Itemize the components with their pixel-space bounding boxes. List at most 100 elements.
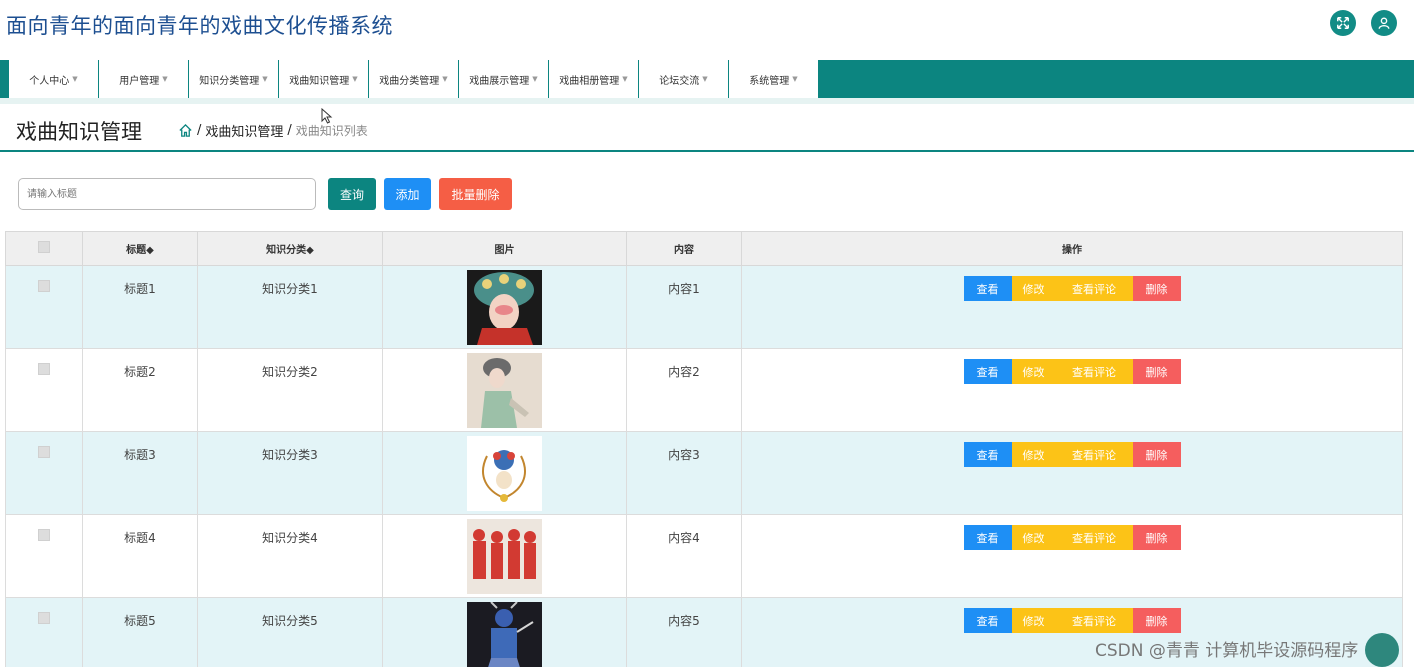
view-comments-button[interactable]: 查看评论 — [1055, 608, 1133, 633]
cell-content: 内容4 — [626, 514, 742, 598]
row-checkbox[interactable] — [38, 529, 50, 541]
view-button[interactable]: 查看 — [963, 608, 1012, 633]
page-header: 戏曲知识管理 / 戏曲知识管理 / 戏曲知识列表 — [0, 104, 1414, 152]
cell-category: 知识分类1 — [197, 265, 383, 349]
nav-label: 个人中心 — [29, 75, 70, 87]
nav-label: 论坛交流 — [659, 75, 700, 87]
cell-content: 内容3 — [626, 431, 742, 515]
floating-action-button[interactable] — [1365, 633, 1399, 667]
table-row: 标题2 知识分类2 内容2 查看 修改 查看评论 删除 — [5, 348, 1403, 432]
view-comments-button[interactable]: 查看评论 — [1055, 276, 1133, 301]
chevron-down-icon: ▼ — [622, 75, 628, 83]
breadcrumb-current: 戏曲知识列表 — [295, 124, 368, 138]
main-nav: 个人中心 ▼ 用户管理 ▼ 知识分类管理 ▼ 戏曲知识管理 ▼ 戏曲分类管理 ▼ 戏曲展示… — [0, 60, 1414, 98]
delete-button[interactable]: 删除 — [1132, 608, 1181, 633]
add-button[interactable]: 添加 — [384, 178, 431, 210]
table-row: 标题3 知识分类3 内容3 查看 修改 查看评论 删除 — [5, 431, 1403, 515]
view-comments-button[interactable]: 查看评论 — [1055, 525, 1133, 550]
cell-content: 内容1 — [626, 265, 742, 349]
nav-label: 戏曲知识管理 — [289, 75, 350, 87]
column-header-content: 内容 — [626, 231, 742, 266]
row-checkbox[interactable] — [38, 612, 50, 624]
view-comments-button[interactable]: 查看评论 — [1055, 442, 1133, 467]
view-button[interactable]: 查看 — [963, 276, 1012, 301]
nav-label: 知识分类管理 — [199, 75, 260, 87]
nav-item-forum[interactable]: 论坛交流 ▼ — [639, 60, 729, 98]
opera-thumbnail-image — [467, 436, 542, 511]
edit-button[interactable]: 修改 — [1011, 276, 1056, 301]
column-header-actions: 操作 — [741, 231, 1403, 266]
delete-button[interactable]: 删除 — [1132, 525, 1181, 550]
app-title: 面向青年的面向青年的戏曲文化传播系统 — [6, 14, 393, 38]
cell-title: 标题3 — [82, 431, 198, 515]
edit-button[interactable]: 修改 — [1011, 525, 1056, 550]
knowledge-table: 标题◆ 知识分类◆ 图片 内容 操作 标题1 知识分类1 内容1 查看 修改 查… — [5, 231, 1403, 667]
view-button[interactable]: 查看 — [963, 359, 1012, 384]
nav-item-system-management[interactable]: 系统管理 ▼ — [729, 60, 819, 98]
table-row: 标题1 知识分类1 内容1 查看 修改 查看评论 删除 — [5, 265, 1403, 349]
user-icon[interactable] — [1371, 10, 1397, 36]
column-header-image: 图片 — [382, 231, 627, 266]
row-checkbox[interactable] — [38, 363, 50, 375]
view-button[interactable]: 查看 — [963, 442, 1012, 467]
opera-thumbnail-image — [467, 353, 542, 428]
edit-button[interactable]: 修改 — [1011, 359, 1056, 384]
nav-label: 戏曲展示管理 — [469, 75, 530, 87]
breadcrumb-separator: / — [197, 123, 202, 138]
select-all-cell — [5, 231, 83, 266]
column-header-category[interactable]: 知识分类◆ — [197, 231, 383, 266]
edit-button[interactable]: 修改 — [1011, 442, 1056, 467]
nav-item-opera-knowledge[interactable]: 戏曲知识管理 ▼ — [279, 60, 369, 98]
cell-category: 知识分类4 — [197, 514, 383, 598]
batch-delete-button[interactable]: 批量删除 — [439, 178, 512, 210]
home-icon[interactable] — [178, 123, 193, 138]
column-header-title[interactable]: 标题◆ — [82, 231, 198, 266]
nav-item-knowledge-category[interactable]: 知识分类管理 ▼ — [189, 60, 279, 98]
row-checkbox[interactable] — [38, 280, 50, 292]
cell-title: 标题4 — [82, 514, 198, 598]
nav-label: 系统管理 — [749, 75, 790, 87]
table-row: 标题4 知识分类4 内容4 查看 修改 查看评论 删除 — [5, 514, 1403, 598]
chevron-down-icon: ▼ — [72, 75, 78, 83]
nav-label: 戏曲相册管理 — [559, 75, 620, 87]
breadcrumb-separator: / — [287, 123, 292, 138]
chevron-down-icon: ▼ — [702, 75, 708, 83]
nav-item-opera-display[interactable]: 戏曲展示管理 ▼ — [459, 60, 549, 98]
breadcrumb: / 戏曲知识管理 / 戏曲知识列表 — [178, 121, 368, 140]
cell-category: 知识分类5 — [197, 597, 383, 667]
cell-title: 标题1 — [82, 265, 198, 349]
cell-category: 知识分类3 — [197, 431, 383, 515]
cell-content: 内容2 — [626, 348, 742, 432]
opera-thumbnail-image — [467, 519, 542, 594]
edit-button[interactable]: 修改 — [1011, 608, 1056, 633]
chevron-down-icon: ▼ — [262, 75, 268, 83]
expand-icon[interactable] — [1330, 10, 1356, 36]
select-all-checkbox[interactable] — [38, 241, 50, 253]
query-button[interactable]: 查询 — [328, 178, 376, 210]
watermark: CSDN @青青 计算机毕设源码程序 — [1095, 641, 1359, 661]
nav-item-opera-category[interactable]: 戏曲分类管理 ▼ — [369, 60, 459, 98]
top-header: 面向青年的面向青年的戏曲文化传播系统 — [0, 0, 1414, 60]
cell-content: 内容5 — [626, 597, 742, 667]
delete-button[interactable]: 删除 — [1132, 359, 1181, 384]
chevron-down-icon: ▼ — [162, 75, 168, 83]
nav-label: 戏曲分类管理 — [379, 75, 440, 87]
row-checkbox[interactable] — [38, 446, 50, 458]
delete-button[interactable]: 删除 — [1132, 276, 1181, 301]
table-header-row: 标题◆ 知识分类◆ 图片 内容 操作 — [5, 231, 1403, 266]
nav-item-opera-album[interactable]: 戏曲相册管理 ▼ — [549, 60, 639, 98]
chevron-down-icon: ▼ — [532, 75, 538, 83]
cell-title: 标题2 — [82, 348, 198, 432]
nav-label: 用户管理 — [119, 75, 160, 87]
chevron-down-icon: ▼ — [352, 75, 358, 83]
nav-item-user-management[interactable]: 用户管理 ▼ — [99, 60, 189, 98]
page-title: 戏曲知识管理 — [16, 120, 142, 144]
chevron-down-icon: ▼ — [442, 75, 448, 83]
nav-item-personal-center[interactable]: 个人中心 ▼ — [9, 60, 99, 98]
search-input[interactable] — [18, 178, 316, 210]
delete-button[interactable]: 删除 — [1132, 442, 1181, 467]
view-comments-button[interactable]: 查看评论 — [1055, 359, 1133, 384]
breadcrumb-section[interactable]: 戏曲知识管理 — [205, 121, 283, 140]
view-button[interactable]: 查看 — [963, 525, 1012, 550]
chevron-down-icon: ▼ — [792, 75, 798, 83]
